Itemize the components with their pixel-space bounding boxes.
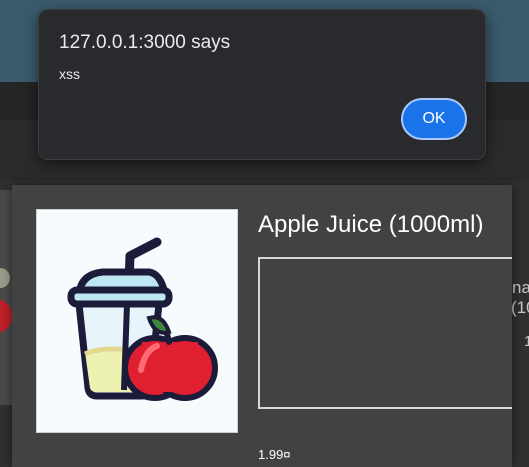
background-image-fragment — [0, 268, 10, 288]
alert-message-text: xss — [59, 66, 80, 82]
alert-origin-text: 127.0.0.1:3000 says — [59, 32, 231, 53]
product-image — [36, 209, 238, 433]
background-card-text-3: 1 — [524, 333, 529, 350]
background-card-text-2: (10 — [511, 298, 529, 317]
browser-alert-dialog: 127.0.0.1:3000 says xss OK — [38, 9, 486, 160]
product-detail-dialog: Apple Juice (1000ml) 1.99¤ — [12, 185, 512, 467]
background-apple-fragment — [0, 300, 12, 332]
background-product-card-right: na (10 1 — [511, 190, 529, 467]
product-title: Apple Juice (1000ml) — [258, 211, 484, 238]
product-description-box — [258, 257, 512, 409]
product-price: 1.99¤ — [258, 447, 291, 462]
alert-ok-button[interactable]: OK — [401, 98, 467, 140]
background-card-text-1: na — [512, 278, 529, 297]
apple-juice-icon — [67, 237, 218, 401]
background-product-card-left — [0, 190, 12, 405]
